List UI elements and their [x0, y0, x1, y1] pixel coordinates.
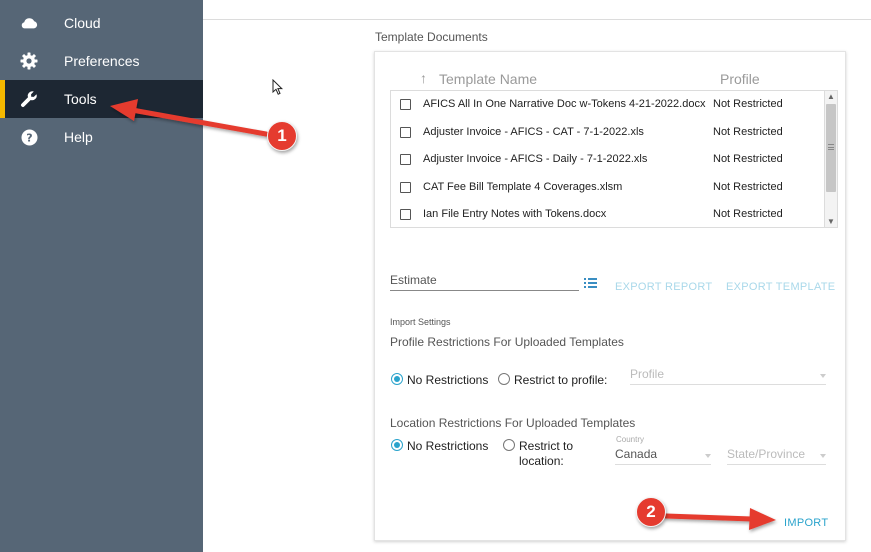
restrict-to-location-label[interactable]: Restrict to — [519, 439, 573, 453]
chevron-down-icon — [705, 454, 711, 458]
profile-select-placeholder: Profile — [630, 367, 665, 381]
row-checkbox[interactable] — [400, 209, 411, 220]
sidebar-item-label: Help — [64, 129, 93, 145]
restrict-to-profile-radio[interactable] — [498, 373, 510, 385]
sidebar-item-label: Tools — [64, 91, 97, 107]
scroll-down-icon[interactable]: ▼ — [825, 216, 837, 227]
cloud-icon — [20, 14, 38, 32]
template-name: Ian File Entry Notes with Tokens.docx — [423, 208, 607, 220]
restrict-to-location-radio[interactable] — [503, 439, 515, 451]
gear-icon — [20, 52, 38, 70]
state-province-placeholder: State/Province — [727, 447, 806, 461]
row-checkbox[interactable] — [400, 154, 411, 165]
sidebar-item-help[interactable]: ? Help — [0, 118, 203, 156]
grip-icon — [828, 144, 834, 150]
column-header-template-name[interactable]: Template Name — [439, 71, 537, 87]
mouse-cursor-icon — [272, 79, 284, 95]
sidebar-item-label: Preferences — [64, 53, 140, 69]
template-name: CAT Fee Bill Template 4 Coverages.xlsm — [423, 181, 623, 193]
location-no-restrictions-radio[interactable] — [391, 439, 403, 451]
section-title: Template Documents — [375, 30, 488, 44]
country-select[interactable]: Canada — [615, 447, 711, 465]
help-icon: ? — [20, 128, 38, 146]
profile-no-restrictions-label[interactable]: No Restrictions — [407, 373, 488, 387]
import-button[interactable]: IMPORT — [784, 517, 828, 529]
import-settings-label: Import Settings — [390, 317, 451, 327]
profile-no-restrictions-radio[interactable] — [391, 373, 403, 385]
sidebar-item-cloud[interactable]: Cloud — [0, 4, 203, 42]
profile-restrictions-heading: Profile Restrictions For Uploaded Templa… — [390, 335, 624, 349]
table-row[interactable]: AFICS All In One Narrative Doc w-Tokens … — [391, 91, 825, 118]
sidebar: Cloud Preferences Tools ? Help — [0, 0, 203, 552]
template-name: AFICS All In One Narrative Doc w-Tokens … — [423, 98, 706, 110]
chevron-down-icon — [820, 454, 826, 458]
column-header-profile[interactable]: Profile — [720, 71, 760, 87]
template-profile: Not Restricted — [713, 98, 783, 110]
row-checkbox[interactable] — [400, 127, 411, 138]
svg-text:?: ? — [26, 131, 32, 144]
table-header: ↑ Template Name Profile — [389, 70, 839, 90]
state-province-select[interactable]: State/Province — [727, 447, 826, 465]
sidebar-item-label: Cloud — [64, 15, 101, 31]
row-checkbox[interactable] — [400, 99, 411, 110]
chevron-down-icon — [820, 374, 826, 378]
template-profile: Not Restricted — [713, 208, 783, 220]
restrict-to-location-label-line2[interactable]: location: — [519, 454, 564, 468]
location-restrictions-heading: Location Restrictions For Uploaded Templ… — [390, 416, 636, 430]
list-icon[interactable] — [584, 278, 597, 289]
annotation-badge-1: 1 — [267, 121, 297, 151]
country-value: Canada — [615, 447, 658, 461]
scroll-up-icon[interactable]: ▲ — [825, 91, 837, 102]
header-divider — [203, 19, 871, 20]
table-row[interactable]: CAT Fee Bill Template 4 Coverages.xlsm N… — [391, 174, 825, 201]
location-no-restrictions-label[interactable]: No Restrictions — [407, 439, 488, 453]
template-profile: Not Restricted — [713, 126, 783, 138]
export-template-button[interactable]: EXPORT TEMPLATE — [726, 281, 835, 293]
scroll-thumb[interactable] — [826, 104, 836, 192]
template-profile: Not Restricted — [713, 153, 783, 165]
list-scrollbar[interactable]: ▲ ▼ — [824, 91, 837, 227]
template-name: Adjuster Invoice - AFICS - Daily - 7-1-2… — [423, 153, 648, 165]
profile-select[interactable]: Profile — [630, 367, 826, 385]
template-list[interactable]: AFICS All In One Narrative Doc w-Tokens … — [390, 90, 838, 228]
restrict-to-profile-label[interactable]: Restrict to profile: — [514, 373, 607, 387]
template-profile: Not Restricted — [713, 181, 783, 193]
row-checkbox[interactable] — [400, 182, 411, 193]
sort-arrow-icon[interactable]: ↑ — [420, 70, 427, 86]
sidebar-item-tools[interactable]: Tools — [0, 80, 203, 118]
country-label: Country — [616, 435, 645, 444]
wrench-icon — [20, 90, 38, 108]
table-row[interactable]: Ian File Entry Notes with Tokens.docx No… — [391, 201, 825, 227]
estimate-field[interactable]: Estimate — [390, 273, 579, 291]
template-name: Adjuster Invoice - AFICS - CAT - 7-1-202… — [423, 126, 644, 138]
annotation-badge-2: 2 — [636, 497, 666, 527]
table-row[interactable]: Adjuster Invoice - AFICS - CAT - 7-1-202… — [391, 119, 825, 146]
export-report-button[interactable]: EXPORT REPORT — [615, 281, 712, 293]
sidebar-item-preferences[interactable]: Preferences — [0, 42, 203, 80]
table-row[interactable]: Adjuster Invoice - AFICS - Daily - 7-1-2… — [391, 146, 825, 173]
